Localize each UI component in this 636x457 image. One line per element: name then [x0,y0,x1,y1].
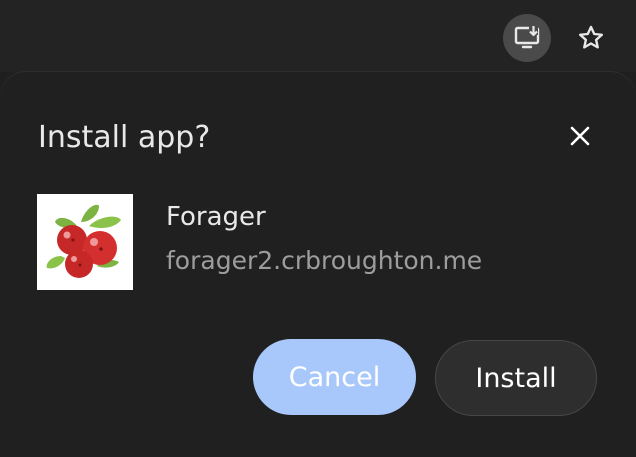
install-desktop-icon [514,25,540,49]
app-icon [37,194,133,290]
dialog-title: Install app? [38,120,211,155]
browser-toolbar [0,0,636,72]
close-button[interactable] [558,114,602,158]
install-app-dialog: Install app? Forager forager2.crbroughto… [0,72,636,457]
install-button[interactable]: Install [435,340,597,416]
close-icon [570,126,590,146]
install-app-toolbar-button[interactable] [503,14,551,62]
berries-icon [46,204,121,278]
star-outline-icon [578,25,604,49]
app-name: Forager [166,202,266,232]
cancel-button[interactable]: Cancel [253,339,416,415]
bookmark-star-button[interactable] [567,14,615,62]
app-origin: forager2.crbroughton.me [166,246,483,275]
